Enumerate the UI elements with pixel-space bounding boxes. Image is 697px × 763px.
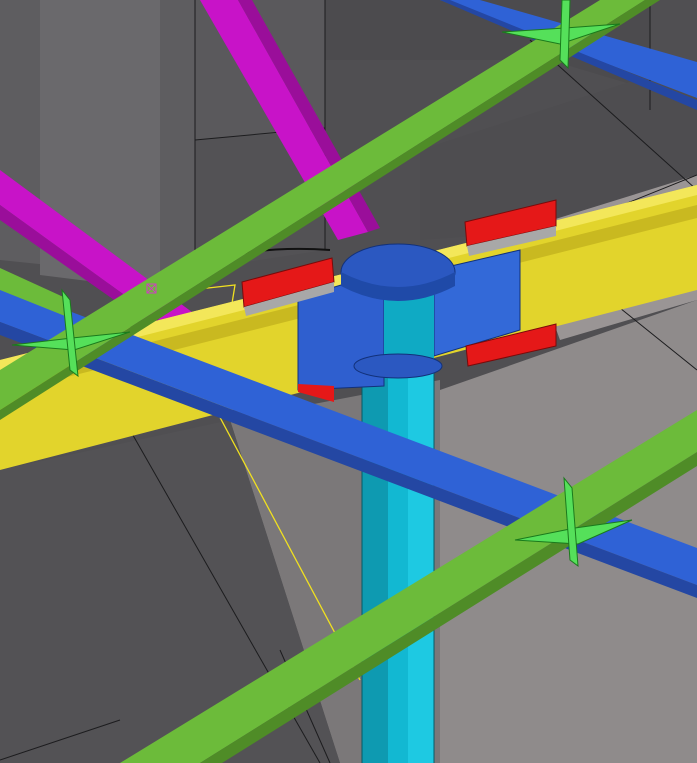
model-viewport[interactable] (0, 0, 697, 763)
model-scene[interactable] (0, 0, 697, 763)
base-ring (353, 353, 443, 379)
